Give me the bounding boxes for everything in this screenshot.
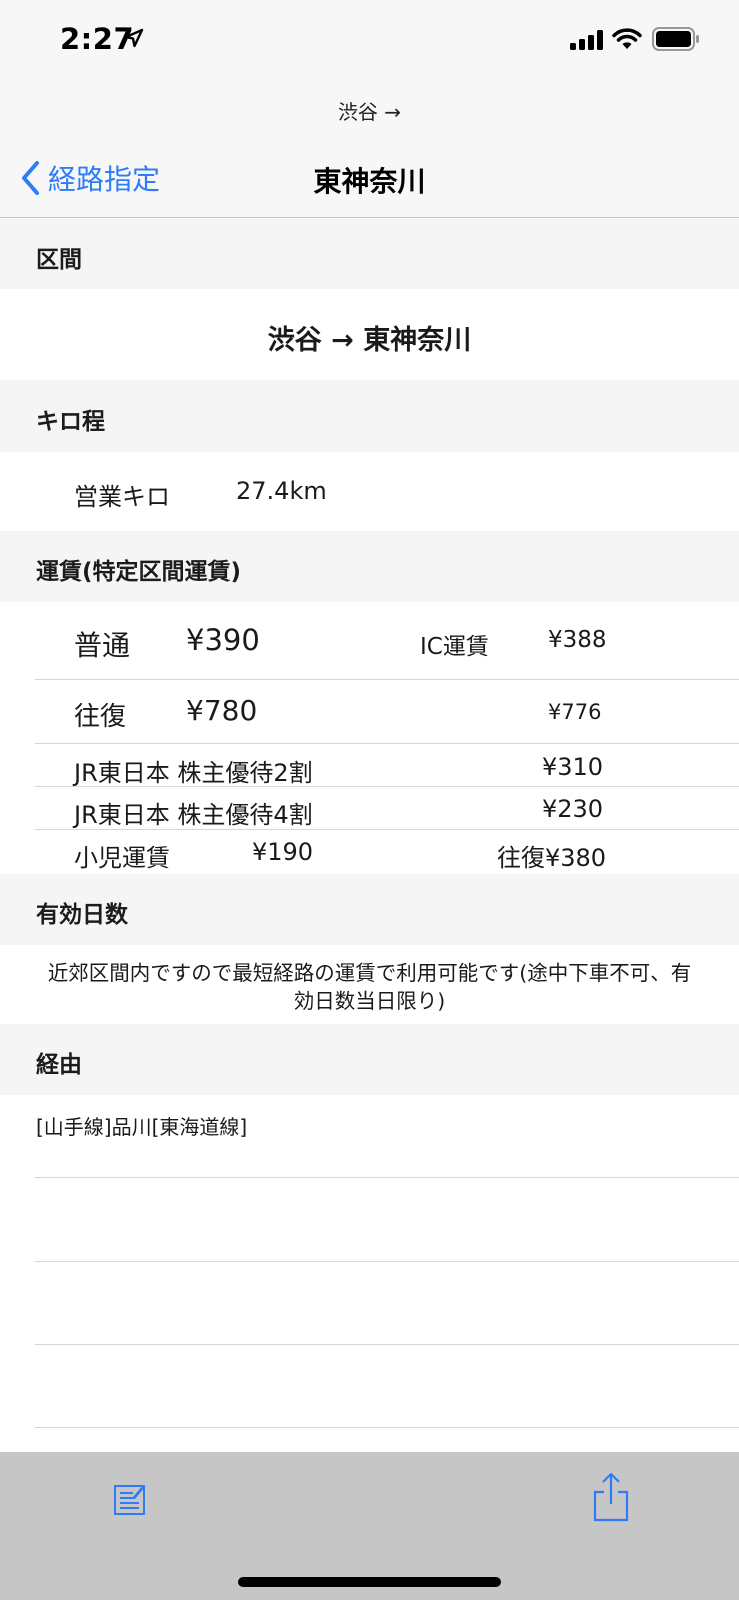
fare-discount2-value: ¥310	[542, 753, 604, 781]
via-value: [山手線]品川[東海道線]	[36, 1115, 248, 1139]
wifi-icon	[612, 28, 642, 49]
fare-child-label: 小児運賃	[74, 844, 170, 872]
fare-ic-label: IC運賃	[420, 634, 489, 660]
home-indicator[interactable]	[238, 1577, 501, 1587]
fare-child-value: ¥190	[252, 838, 314, 866]
section-header-route: 区間	[0, 219, 739, 289]
section-header-distance: キロ程	[0, 380, 739, 452]
section-header-via: 経由	[0, 1024, 739, 1095]
section-title: 経由	[36, 1052, 82, 1078]
fare-normal-value: ¥390	[186, 623, 260, 657]
share-icon[interactable]	[592, 1472, 630, 1522]
section-header-validity: 有効日数	[0, 874, 739, 945]
section-title: 運賃(特定区間運賃)	[36, 559, 242, 585]
page-title: 東神奈川	[313, 165, 426, 198]
section-header-fare: 運賃(特定区間運賃)	[0, 531, 739, 602]
section-title: キロ程	[36, 409, 105, 435]
section-title: 有効日数	[36, 902, 128, 928]
section-title: 区間	[36, 247, 82, 273]
fare-child-round: 往復¥380	[497, 844, 607, 872]
fare-discount4-value: ¥230	[542, 795, 604, 823]
location-arrow-icon	[124, 28, 144, 48]
divider	[35, 786, 739, 787]
distance-value: 27.4km	[236, 477, 327, 505]
divider	[35, 1344, 739, 1345]
route-value: 渋谷 → 東神奈川	[267, 325, 472, 356]
distance-label: 営業キロ	[74, 483, 170, 511]
validity-text-line1: 近郊区間内ですので最短経路の運賃で利用可能です(途中下車不可、有	[47, 961, 692, 985]
fare-discount2-label: JR東日本 株主優待2割	[74, 759, 313, 787]
divider	[35, 743, 739, 744]
nav-prompt: 渋谷 →	[337, 100, 402, 124]
divider	[35, 1261, 739, 1262]
fare-round-label: 往復	[74, 702, 127, 732]
fare-round-value: ¥780	[186, 694, 258, 727]
cellular-signal-icon	[570, 30, 603, 50]
divider	[35, 679, 739, 680]
divider	[35, 1427, 739, 1428]
fare-normal-label: 普通	[74, 629, 131, 662]
fare-ic-value: ¥388	[548, 627, 607, 653]
fare-round-ic-value: ¥776	[548, 700, 602, 724]
validity-text-line2: 効日数当日限り)	[293, 989, 446, 1013]
divider	[35, 829, 739, 830]
divider	[35, 1177, 739, 1178]
memo-edit-icon[interactable]	[113, 1482, 147, 1516]
fare-discount4-label: JR東日本 株主優待4割	[74, 801, 313, 829]
battery-icon	[652, 27, 699, 51]
